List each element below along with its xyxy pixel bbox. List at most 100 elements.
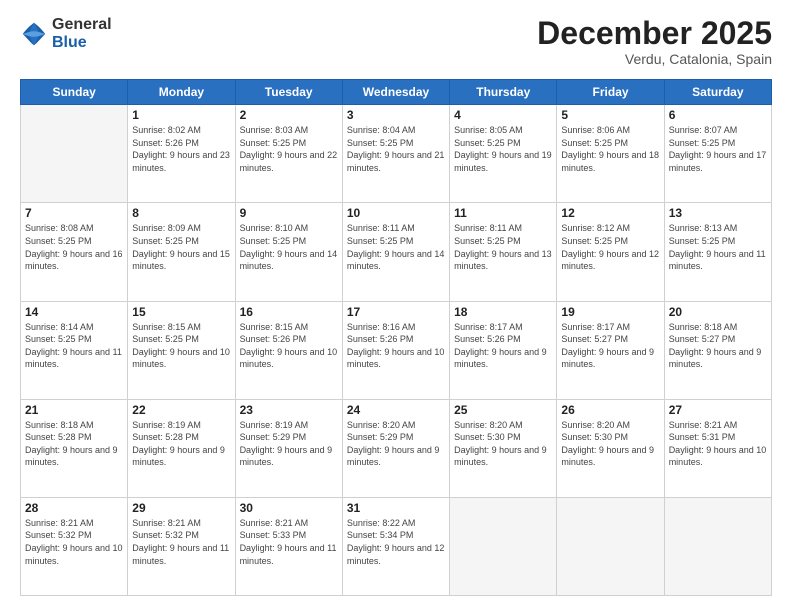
calendar-cell: 12 Sunrise: 8:12 AM Sunset: 5:25 PM Dayli… xyxy=(557,203,664,301)
day-info: Sunrise: 8:22 AM Sunset: 5:34 PM Dayligh… xyxy=(347,517,445,567)
day-info: Sunrise: 8:21 AM Sunset: 5:31 PM Dayligh… xyxy=(669,419,767,469)
week-row-0: 1 Sunrise: 8:02 AM Sunset: 5:26 PM Daylig… xyxy=(21,105,772,203)
page: General Blue December 2025 Verdu, Catalo… xyxy=(0,0,792,612)
day-info: Sunrise: 8:12 AM Sunset: 5:25 PM Dayligh… xyxy=(561,222,659,272)
day-number: 29 xyxy=(132,501,230,515)
calendar-cell: 22 Sunrise: 8:19 AM Sunset: 5:28 PM Dayli… xyxy=(128,399,235,497)
day-info: Sunrise: 8:16 AM Sunset: 5:26 PM Dayligh… xyxy=(347,321,445,371)
calendar-cell: 6Sunrise: 8:07 AM Sunset: 5:25 PM Daylig… xyxy=(664,105,771,203)
calendar-cell xyxy=(557,497,664,595)
logo-blue-text: Blue xyxy=(52,34,112,52)
calendar-cell: 4 Sunrise: 8:05 AM Sunset: 5:25 PM Daylig… xyxy=(450,105,557,203)
day-number: 11 xyxy=(454,206,552,220)
calendar-cell: 30Sunrise: 8:21 AM Sunset: 5:33 PM Dayli… xyxy=(235,497,342,595)
logo-icon xyxy=(20,20,48,48)
day-info: Sunrise: 8:21 AM Sunset: 5:33 PM Dayligh… xyxy=(240,517,338,567)
day-info: Sunrise: 8:17 AM Sunset: 5:26 PM Dayligh… xyxy=(454,321,552,371)
day-info: Sunrise: 8:17 AM Sunset: 5:27 PM Dayligh… xyxy=(561,321,659,371)
weekday-header-thursday: Thursday xyxy=(450,80,557,105)
calendar-cell: 19Sunrise: 8:17 AM Sunset: 5:27 PM Dayli… xyxy=(557,301,664,399)
calendar-cell: 11 Sunrise: 8:11 AM Sunset: 5:25 PM Dayli… xyxy=(450,203,557,301)
calendar-cell xyxy=(21,105,128,203)
title-block: December 2025 Verdu, Catalonia, Spain xyxy=(537,16,772,67)
calendar-cell: 29 Sunrise: 8:21 AM Sunset: 5:32 PM Dayli… xyxy=(128,497,235,595)
day-info: Sunrise: 8:11 AM Sunset: 5:25 PM Dayligh… xyxy=(454,222,552,272)
calendar-cell: 8Sunrise: 8:09 AM Sunset: 5:25 PM Daylig… xyxy=(128,203,235,301)
calendar-cell: 21Sunrise: 8:18 AM Sunset: 5:28 PM Dayli… xyxy=(21,399,128,497)
calendar-cell: 15Sunrise: 8:15 AM Sunset: 5:25 PM Dayli… xyxy=(128,301,235,399)
calendar-cell: 16 Sunrise: 8:15 AM Sunset: 5:26 PM Dayli… xyxy=(235,301,342,399)
logo: General Blue xyxy=(20,16,112,51)
day-number: 1 xyxy=(132,108,230,122)
day-number: 21 xyxy=(25,403,123,417)
day-info: Sunrise: 8:05 AM Sunset: 5:25 PM Dayligh… xyxy=(454,124,552,174)
day-number: 25 xyxy=(454,403,552,417)
day-info: Sunrise: 8:04 AM Sunset: 5:25 PM Dayligh… xyxy=(347,124,445,174)
calendar-cell: 13Sunrise: 8:13 AM Sunset: 5:25 PM Dayli… xyxy=(664,203,771,301)
calendar-cell: 25 Sunrise: 8:20 AM Sunset: 5:30 PM Dayli… xyxy=(450,399,557,497)
day-info: Sunrise: 8:03 AM Sunset: 5:25 PM Dayligh… xyxy=(240,124,338,174)
week-row-3: 21Sunrise: 8:18 AM Sunset: 5:28 PM Dayli… xyxy=(21,399,772,497)
day-info: Sunrise: 8:21 AM Sunset: 5:32 PM Dayligh… xyxy=(132,517,230,567)
day-info: Sunrise: 8:06 AM Sunset: 5:25 PM Dayligh… xyxy=(561,124,659,174)
day-info: Sunrise: 8:10 AM Sunset: 5:25 PM Dayligh… xyxy=(240,222,338,272)
weekday-header-friday: Friday xyxy=(557,80,664,105)
day-number: 31 xyxy=(347,501,445,515)
day-number: 9 xyxy=(240,206,338,220)
day-number: 7 xyxy=(25,206,123,220)
day-number: 12 xyxy=(561,206,659,220)
calendar-cell: 1 Sunrise: 8:02 AM Sunset: 5:26 PM Daylig… xyxy=(128,105,235,203)
calendar-cell: 18 Sunrise: 8:17 AM Sunset: 5:26 PM Dayli… xyxy=(450,301,557,399)
day-info: Sunrise: 8:19 AM Sunset: 5:28 PM Dayligh… xyxy=(132,419,230,469)
calendar: SundayMondayTuesdayWednesdayThursdayFrid… xyxy=(20,79,772,596)
day-info: Sunrise: 8:15 AM Sunset: 5:26 PM Dayligh… xyxy=(240,321,338,371)
day-number: 16 xyxy=(240,305,338,319)
calendar-cell: 27Sunrise: 8:21 AM Sunset: 5:31 PM Dayli… xyxy=(664,399,771,497)
day-info: Sunrise: 8:19 AM Sunset: 5:29 PM Dayligh… xyxy=(240,419,338,469)
day-number: 18 xyxy=(454,305,552,319)
calendar-cell: 10 Sunrise: 8:11 AM Sunset: 5:25 PM Dayli… xyxy=(342,203,449,301)
week-row-1: 7 Sunrise: 8:08 AM Sunset: 5:25 PM Daylig… xyxy=(21,203,772,301)
day-number: 2 xyxy=(240,108,338,122)
weekday-header-row: SundayMondayTuesdayWednesdayThursdayFrid… xyxy=(21,80,772,105)
calendar-cell xyxy=(664,497,771,595)
day-info: Sunrise: 8:20 AM Sunset: 5:29 PM Dayligh… xyxy=(347,419,445,469)
calendar-cell: 20Sunrise: 8:18 AM Sunset: 5:27 PM Dayli… xyxy=(664,301,771,399)
calendar-cell: 23 Sunrise: 8:19 AM Sunset: 5:29 PM Dayli… xyxy=(235,399,342,497)
calendar-cell: 28Sunrise: 8:21 AM Sunset: 5:32 PM Dayli… xyxy=(21,497,128,595)
day-number: 17 xyxy=(347,305,445,319)
day-number: 14 xyxy=(25,305,123,319)
day-info: Sunrise: 8:18 AM Sunset: 5:27 PM Dayligh… xyxy=(669,321,767,371)
day-info: Sunrise: 8:11 AM Sunset: 5:25 PM Dayligh… xyxy=(347,222,445,272)
day-number: 22 xyxy=(132,403,230,417)
day-number: 13 xyxy=(669,206,767,220)
day-info: Sunrise: 8:02 AM Sunset: 5:26 PM Dayligh… xyxy=(132,124,230,174)
day-info: Sunrise: 8:09 AM Sunset: 5:25 PM Dayligh… xyxy=(132,222,230,272)
day-number: 23 xyxy=(240,403,338,417)
day-info: Sunrise: 8:14 AM Sunset: 5:25 PM Dayligh… xyxy=(25,321,123,371)
day-number: 5 xyxy=(561,108,659,122)
week-row-4: 28Sunrise: 8:21 AM Sunset: 5:32 PM Dayli… xyxy=(21,497,772,595)
weekday-header-sunday: Sunday xyxy=(21,80,128,105)
month-title: December 2025 xyxy=(537,16,772,51)
calendar-cell: 3Sunrise: 8:04 AM Sunset: 5:25 PM Daylig… xyxy=(342,105,449,203)
day-number: 24 xyxy=(347,403,445,417)
day-info: Sunrise: 8:15 AM Sunset: 5:25 PM Dayligh… xyxy=(132,321,230,371)
calendar-cell: 14 Sunrise: 8:14 AM Sunset: 5:25 PM Dayli… xyxy=(21,301,128,399)
calendar-cell: 2 Sunrise: 8:03 AM Sunset: 5:25 PM Daylig… xyxy=(235,105,342,203)
weekday-header-saturday: Saturday xyxy=(664,80,771,105)
weekday-header-wednesday: Wednesday xyxy=(342,80,449,105)
weekday-header-tuesday: Tuesday xyxy=(235,80,342,105)
day-info: Sunrise: 8:20 AM Sunset: 5:30 PM Dayligh… xyxy=(454,419,552,469)
week-row-2: 14 Sunrise: 8:14 AM Sunset: 5:25 PM Dayli… xyxy=(21,301,772,399)
day-info: Sunrise: 8:08 AM Sunset: 5:25 PM Dayligh… xyxy=(25,222,123,272)
calendar-cell: 17 Sunrise: 8:16 AM Sunset: 5:26 PM Dayli… xyxy=(342,301,449,399)
calendar-cell: 7 Sunrise: 8:08 AM Sunset: 5:25 PM Daylig… xyxy=(21,203,128,301)
day-number: 10 xyxy=(347,206,445,220)
calendar-cell: 26Sunrise: 8:20 AM Sunset: 5:30 PM Dayli… xyxy=(557,399,664,497)
calendar-cell: 31 Sunrise: 8:22 AM Sunset: 5:34 PM Dayli… xyxy=(342,497,449,595)
day-number: 4 xyxy=(454,108,552,122)
calendar-cell: 24 Sunrise: 8:20 AM Sunset: 5:29 PM Dayli… xyxy=(342,399,449,497)
calendar-cell: 5 Sunrise: 8:06 AM Sunset: 5:25 PM Daylig… xyxy=(557,105,664,203)
day-info: Sunrise: 8:07 AM Sunset: 5:25 PM Dayligh… xyxy=(669,124,767,174)
